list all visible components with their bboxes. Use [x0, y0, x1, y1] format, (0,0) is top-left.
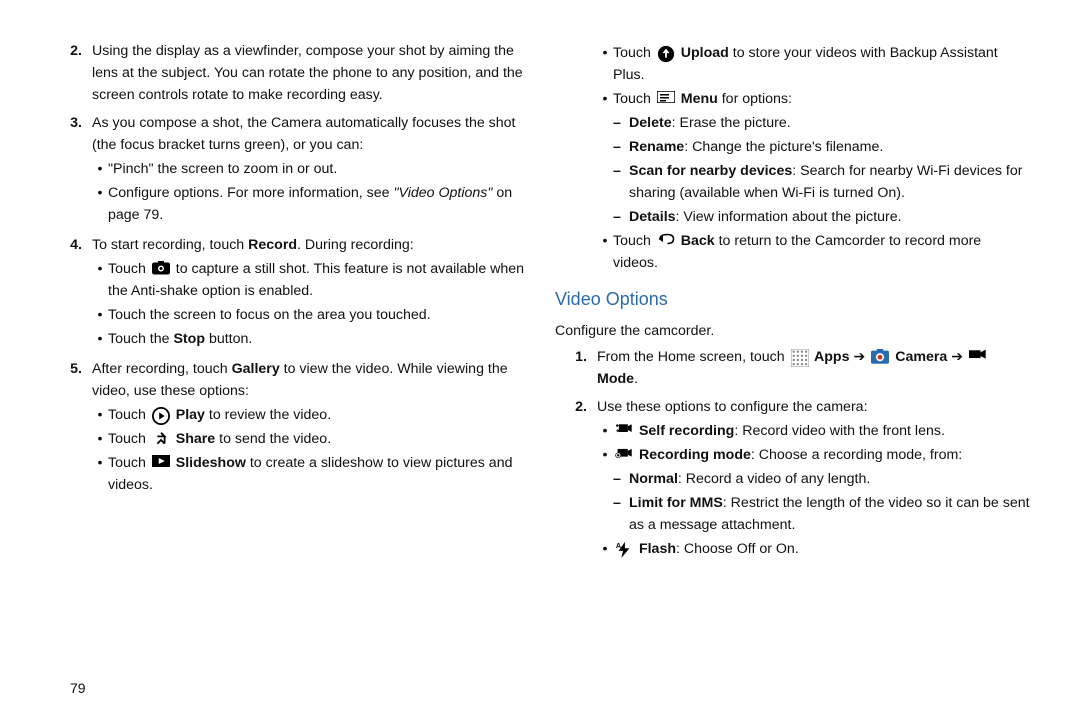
dash-bullet: –Limit for MMS: Restrict the length of t…: [613, 492, 1030, 536]
sub-bullet: •Touch the screen to focus on the area y…: [92, 304, 525, 326]
bullet-icon: •: [92, 404, 108, 426]
bullet-text: Touch the Stop button.: [108, 328, 525, 350]
apps-grid-icon: [791, 349, 809, 363]
left-column: 2.Using the display as a viewfinder, com…: [50, 40, 525, 700]
bullet-text: Touch Back to return to the Camcorder to…: [613, 230, 1030, 274]
bullet-text: Self recording: Record video with the fr…: [613, 420, 1030, 442]
flash-icon: A: [615, 541, 633, 555]
bullet-icon: •: [92, 428, 108, 450]
camera-icon: [152, 261, 170, 275]
item-number: 4.: [50, 234, 92, 352]
bullet-text: Touch to capture a still shot. This feat…: [108, 258, 525, 302]
dash-bullet: –Normal: Record a video of any length.: [613, 468, 1030, 490]
bullet-icon: •: [92, 328, 108, 350]
item-number: 3.: [50, 112, 92, 228]
upload-icon: [657, 45, 675, 59]
sub-bullet: •"Pinch" the screen to zoom in or out.: [92, 158, 525, 180]
bullet-text: Touch the screen to focus on the area yo…: [108, 304, 525, 326]
bullet-icon: •: [92, 258, 108, 302]
slideshow-icon: [152, 455, 170, 469]
item-body: To start recording, touch Record. During…: [92, 234, 525, 352]
manual-page: 2.Using the display as a viewfinder, com…: [0, 0, 1080, 720]
dash-bullet: –Rename: Change the picture's filename.: [613, 136, 1030, 158]
page-number: 79: [70, 680, 86, 696]
dash-icon: –: [613, 136, 629, 158]
item-number: 2.: [555, 396, 597, 562]
numbered-item: 2.Using the display as a viewfinder, com…: [50, 40, 525, 106]
dash-icon: –: [613, 492, 629, 536]
bullet-text: Touch Share to send the video.: [108, 428, 525, 450]
bullet-icon: •: [597, 88, 613, 110]
sub-bullet: •Configure options. For more information…: [92, 182, 525, 226]
dash-text: Normal: Record a video of any length.: [629, 468, 1030, 490]
share-icon: [152, 431, 170, 445]
bullet-text: Touch Menu for options:: [613, 88, 1030, 110]
bullet-text: A Flash: Choose Off or On.: [613, 538, 1030, 560]
play-circle-icon: [152, 407, 170, 421]
sub-bullet: •Touch Share to send the video.: [92, 428, 525, 450]
mode-icon: [969, 349, 987, 363]
continued-item: •Touch Upload to store your videos with …: [555, 40, 1030, 276]
bullet-text: Touch Play to review the video.: [108, 404, 525, 426]
svg-text:A: A: [616, 541, 621, 550]
dash-icon: –: [613, 112, 629, 134]
bullet-icon: •: [92, 304, 108, 326]
bullet-icon: •: [92, 182, 108, 226]
sub-bullet: •Touch Play to review the video.: [92, 404, 525, 426]
sub-bullet: •Touch to capture a still shot. This fea…: [92, 258, 525, 302]
self-rec-icon: [615, 423, 633, 437]
item-number: 1.: [555, 346, 597, 390]
bullet-text: Touch Slideshow to create a slideshow to…: [108, 452, 525, 496]
item-number: 5.: [50, 358, 92, 498]
numbered-item: 3.As you compose a shot, the Camera auto…: [50, 112, 525, 228]
rec-mode-icon: [615, 447, 633, 461]
bullet-icon: •: [92, 452, 108, 496]
bullet-icon: •: [597, 538, 613, 560]
numbered-item: 5.After recording, touch Gallery to view…: [50, 358, 525, 498]
dash-bullet: –Delete: Erase the picture.: [613, 112, 1030, 134]
bullet-icon: •: [597, 444, 613, 466]
dash-text: Rename: Change the picture's filename.: [629, 136, 1030, 158]
numbered-item: 4.To start recording, touch Record. Duri…: [50, 234, 525, 352]
numbered-item: 1.From the Home screen, touch Apps ➔ Cam…: [555, 346, 1030, 390]
sub-bullet: •Touch Slideshow to create a slideshow t…: [92, 452, 525, 496]
item-number: 2.: [50, 40, 92, 106]
dash-icon: –: [613, 206, 629, 228]
dash-icon: –: [613, 160, 629, 204]
sub-bullet: •Touch Upload to store your videos with …: [597, 42, 1030, 86]
sub-bullet: • Recording mode: Choose a recording mod…: [597, 444, 1030, 466]
right-column: •Touch Upload to store your videos with …: [555, 40, 1030, 700]
dash-text: Scan for nearby devices: Search for near…: [629, 160, 1030, 204]
sub-bullet: •Touch Back to return to the Camcorder t…: [597, 230, 1030, 274]
bullet-icon: •: [597, 230, 613, 274]
menu-icon: [657, 91, 675, 105]
sub-bullet: •Touch Menu for options:: [597, 88, 1030, 110]
dash-text: Delete: Erase the picture.: [629, 112, 1030, 134]
dash-text: Details: View information about the pict…: [629, 206, 1030, 228]
sub-bullet: •A Flash: Choose Off or On.: [597, 538, 1030, 560]
item-body: Using the display as a viewfinder, compo…: [92, 40, 525, 106]
item-body: After recording, touch Gallery to view t…: [92, 358, 525, 498]
dash-bullet: –Details: View information about the pic…: [613, 206, 1030, 228]
section-intro: Configure the camcorder.: [555, 320, 1030, 342]
bullet-text: "Pinch" the screen to zoom in or out.: [108, 158, 525, 180]
back-icon: [657, 233, 675, 247]
item-body: As you compose a shot, the Camera automa…: [92, 112, 525, 228]
bullet-icon: •: [597, 42, 613, 86]
item-body: From the Home screen, touch Apps ➔ Camer…: [597, 346, 1030, 390]
sub-bullet: • Self recording: Record video with the …: [597, 420, 1030, 442]
bullet-icon: •: [92, 158, 108, 180]
camera-color-icon: [871, 349, 889, 363]
dash-icon: –: [613, 468, 629, 490]
section-heading: Video Options: [555, 286, 1030, 314]
dash-bullet: –Scan for nearby devices: Search for nea…: [613, 160, 1030, 204]
numbered-item: 2.Use these options to configure the cam…: [555, 396, 1030, 562]
item-body: Use these options to configure the camer…: [597, 396, 1030, 562]
bullet-icon: •: [597, 420, 613, 442]
bullet-text: Configure options. For more information,…: [108, 182, 525, 226]
dash-text: Limit for MMS: Restrict the length of th…: [629, 492, 1030, 536]
bullet-text: Touch Upload to store your videos with B…: [613, 42, 1030, 86]
sub-bullet: •Touch the Stop button.: [92, 328, 525, 350]
bullet-text: Recording mode: Choose a recording mode,…: [613, 444, 1030, 466]
